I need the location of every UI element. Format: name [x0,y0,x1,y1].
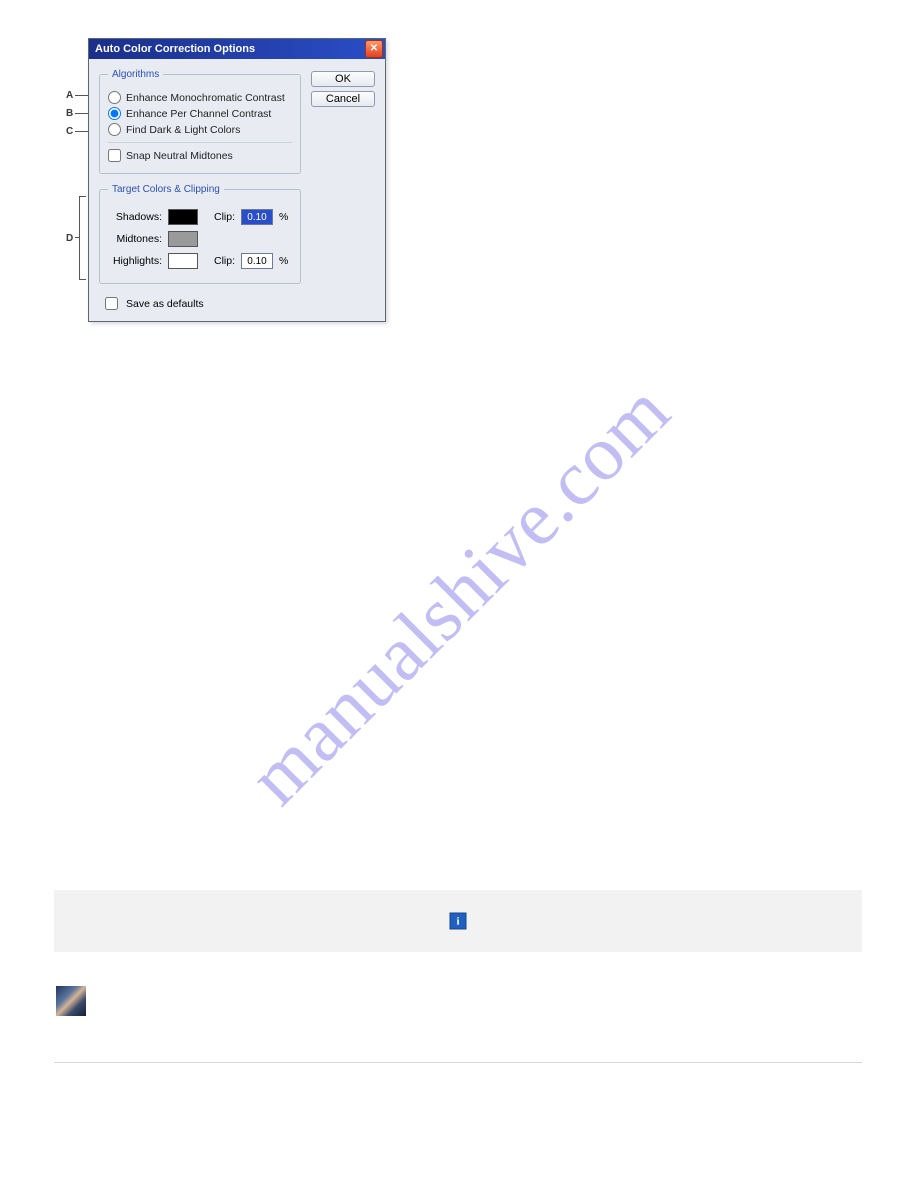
highlights-percent: % [279,255,288,267]
radio-perchannel-label: Enhance Per Channel Contrast [126,108,271,120]
target-colors-group: Target Colors & Clipping Shadows: Clip: … [99,184,301,284]
info-icon: i [450,913,467,930]
shadows-swatch[interactable] [168,209,198,225]
midtones-label: Midtones: [108,233,162,245]
radio-monochromatic[interactable]: Enhance Monochromatic Contrast [108,91,292,104]
snap-neutral-input[interactable] [108,149,121,162]
dialog-container: Auto Color Correction Options ✕ Algorith… [88,38,384,318]
radio-darklight[interactable]: Find Dark & Light Colors [108,123,292,136]
midtones-row: Midtones: [108,231,292,247]
algorithms-legend: Algorithms [108,69,163,80]
target-colors-legend: Target Colors & Clipping [108,184,224,195]
highlights-clip-input[interactable] [241,253,273,269]
shadows-label: Shadows: [108,211,162,223]
dialog-right-column: OK Cancel [311,69,375,313]
snap-neutral-label: Snap Neutral Midtones [126,150,233,162]
save-defaults-input[interactable] [105,297,118,310]
callout-A: A [66,90,73,101]
close-button[interactable]: ✕ [365,40,383,58]
info-box: i [54,890,862,952]
callout-line-D [75,237,79,238]
section-divider [54,1062,862,1063]
snap-neutral-check[interactable]: Snap Neutral Midtones [108,149,292,162]
radio-monochromatic-label: Enhance Monochromatic Contrast [126,92,285,104]
midtones-swatch[interactable] [168,231,198,247]
highlights-row: Highlights: Clip: % [108,253,292,269]
dialog-titlebar: Auto Color Correction Options ✕ [89,39,385,59]
callout-C: C [66,126,73,137]
cancel-button[interactable]: Cancel [311,91,375,107]
algorithms-group: Algorithms Enhance Monochromatic Contras… [99,69,301,174]
dialog-title: Auto Color Correction Options [95,43,365,55]
dialog-body: Algorithms Enhance Monochromatic Contras… [89,59,385,321]
shadows-row: Shadows: Clip: % [108,209,292,225]
ok-button[interactable]: OK [311,71,375,87]
shadows-percent: % [279,211,288,223]
author-avatar [56,986,86,1016]
callout-D: D [66,233,73,244]
radio-darklight-input[interactable] [108,123,121,136]
highlights-swatch[interactable] [168,253,198,269]
radio-monochromatic-input[interactable] [108,91,121,104]
shadows-clip-label: Clip: [214,211,235,223]
save-defaults-label: Save as defaults [126,298,204,310]
radio-perchannel-input[interactable] [108,107,121,120]
radio-darklight-label: Find Dark & Light Colors [126,124,240,136]
save-defaults-check[interactable]: Save as defaults [99,294,301,313]
dialog-left-column: Algorithms Enhance Monochromatic Contras… [99,69,301,313]
highlights-clip-label: Clip: [214,255,235,267]
callout-bracket-D [79,196,86,280]
watermark-text: manualshive.com [231,366,687,822]
algorithm-separator [108,142,292,143]
auto-color-dialog: Auto Color Correction Options ✕ Algorith… [88,38,386,322]
highlights-label: Highlights: [108,255,162,267]
shadows-clip-input[interactable] [241,209,273,225]
radio-perchannel[interactable]: Enhance Per Channel Contrast [108,107,292,120]
callout-B: B [66,108,73,119]
